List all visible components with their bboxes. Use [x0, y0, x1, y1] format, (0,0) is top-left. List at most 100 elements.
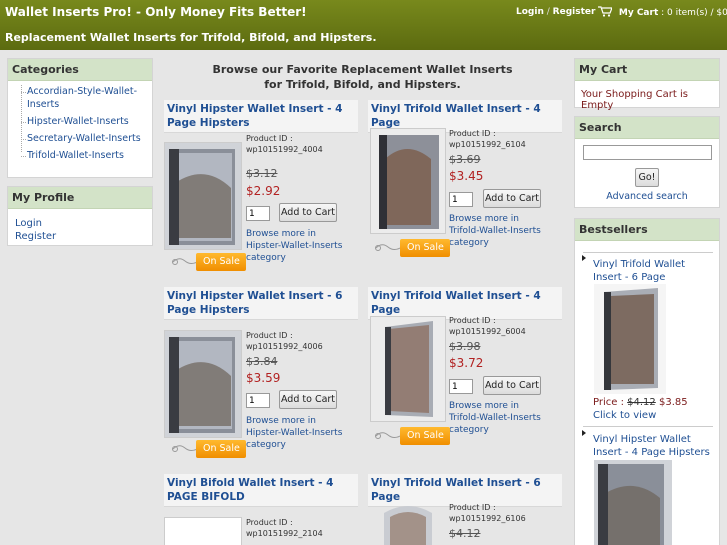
search-heading: Search	[575, 117, 719, 139]
product-id-value: wp10151992_2104	[246, 529, 323, 538]
original-price: $4.12	[449, 527, 481, 540]
category-link-trifold[interactable]: Trifold-Wallet-Inserts	[27, 150, 124, 161]
product-image[interactable]	[164, 517, 242, 545]
category-item: Hipster-Wallet-Inserts	[21, 115, 152, 128]
header-cart[interactable]: My Cart : 0 item(s) / $0.00	[598, 6, 727, 20]
original-price: $3.69	[449, 153, 481, 166]
bestseller-price-label: Price :	[593, 397, 624, 408]
product-id-label: Product ID :	[449, 129, 496, 138]
category-item: Accordian-Style-Wallet-Inserts	[21, 85, 152, 111]
sale-price: $2.92	[246, 184, 281, 198]
browse-category-link[interactable]: Browse more in Trifold-Wallet-Inserts ca…	[449, 213, 549, 249]
product-image[interactable]	[370, 503, 446, 545]
bullet-icon	[582, 430, 586, 436]
product-card: Vinyl Hipster Wallet Insert - 4 Page Hip…	[164, 100, 358, 133]
product-id: Product ID : wp10151992_6104	[449, 128, 526, 150]
browse-category-link[interactable]: Browse more in Hipster-Wallet-Inserts ca…	[246, 415, 346, 451]
sale-price: $3.72	[449, 356, 484, 370]
bestseller-new-price: $3.85	[658, 397, 688, 408]
bestseller-link[interactable]: Vinyl Hipster Wallet Insert - 4 Page Hip…	[593, 433, 713, 459]
add-to-cart-button[interactable]: Add to Cart	[483, 376, 541, 395]
header-login-link[interactable]: Login	[516, 7, 544, 17]
categories-box: Categories Accordian-Style-Wallet-Insert…	[7, 58, 153, 178]
advanced-search-link[interactable]: Advanced search	[575, 191, 719, 202]
search-box: Search Go! Advanced search	[574, 116, 720, 208]
on-sale-badge: On Sale	[196, 440, 246, 458]
original-price: $3.98	[449, 340, 481, 353]
product-id-label: Product ID :	[449, 503, 496, 512]
cart-empty-message: Your Shopping Cart is Empty	[581, 89, 688, 111]
category-link-secretary[interactable]: Secretary-Wallet-Inserts	[27, 133, 141, 144]
click-to-view-link[interactable]: Click to view	[593, 410, 656, 421]
shopping-cart-icon	[598, 6, 613, 20]
quantity-input[interactable]	[449, 192, 473, 207]
product-id-value: wp10151992_6004	[449, 327, 526, 336]
on-sale-badge: On Sale	[196, 253, 246, 271]
product-id: Product ID : wp10151992_6106	[449, 502, 526, 524]
header-cart-label[interactable]: My Cart	[619, 8, 658, 18]
product-id: Product ID : wp10151992_4004	[246, 133, 323, 155]
quantity-input[interactable]	[246, 206, 270, 221]
header-separator: /	[546, 7, 550, 17]
bestseller-old-price: $4.12	[627, 397, 656, 408]
search-input[interactable]	[582, 145, 712, 160]
browse-category-link[interactable]: Browse more in Hipster-Wallet-Inserts ca…	[246, 228, 346, 264]
quantity-input[interactable]	[246, 393, 270, 408]
product-image[interactable]	[370, 316, 446, 422]
product-id: Product ID : wp10151992_4006	[246, 330, 323, 352]
categories-heading: Categories	[8, 59, 152, 81]
product-id-value: wp10151992_6104	[449, 140, 526, 149]
my-cart-heading: My Cart	[575, 59, 719, 81]
quantity-input[interactable]	[449, 379, 473, 394]
browse-category-link[interactable]: Browse more in Trifold-Wallet-Inserts ca…	[449, 400, 549, 436]
product-id-label: Product ID :	[449, 316, 496, 325]
bestseller-divider	[583, 252, 713, 253]
product-id: Product ID : wp10151992_6004	[449, 315, 526, 337]
site-header: Wallet Inserts Pro! - Only Money Fits Be…	[0, 0, 727, 50]
product-id-label: Product ID :	[246, 518, 293, 527]
product-id-value: wp10151992_4006	[246, 342, 323, 351]
browse-heading: Browse our Favorite Replacement Wallet I…	[160, 62, 565, 92]
product-title[interactable]: Vinyl Hipster Wallet Insert - 4 Page Hip…	[164, 100, 358, 133]
bestseller-link[interactable]: Vinyl Trifold Wallet Insert - 6 Page	[593, 258, 713, 284]
bullet-icon	[582, 255, 586, 261]
sale-price: $3.59	[246, 371, 281, 385]
product-card: Vinyl Bifold Wallet Insert - 4 PAGE BIFO…	[164, 474, 358, 507]
product-id-label: Product ID :	[246, 134, 293, 143]
category-link-accordian[interactable]: Accordian-Style-Wallet-Inserts	[27, 86, 137, 110]
profile-register-link[interactable]: Register	[15, 230, 145, 243]
profile-login-link[interactable]: Login	[15, 217, 145, 230]
product-image[interactable]	[164, 330, 242, 438]
site-tagline: Replacement Wallet Inserts for Trifold, …	[5, 31, 377, 44]
bestseller-image[interactable]	[594, 284, 666, 394]
on-sale-badge: On Sale	[400, 239, 450, 257]
browse-heading-line1: Browse our Favorite Replacement Wallet I…	[212, 63, 513, 76]
browse-heading-line2: for Trifold, Bifold, and Hipsters.	[264, 78, 461, 91]
profile-links: Login Register	[8, 209, 152, 251]
product-title[interactable]: Vinyl Bifold Wallet Insert - 4 PAGE BIFO…	[164, 474, 358, 507]
category-link-hipster[interactable]: Hipster-Wallet-Inserts	[27, 116, 129, 127]
category-list: Accordian-Style-Wallet-Inserts Hipster-W…	[8, 81, 152, 162]
profile-heading: My Profile	[8, 187, 152, 209]
bestseller-divider	[583, 426, 713, 427]
original-price: $3.12	[246, 167, 278, 180]
product-id-value: wp10151992_4004	[246, 145, 323, 154]
my-cart-box: My Cart Your Shopping Cart is Empty	[574, 58, 720, 111]
site-title[interactable]: Wallet Inserts Pro! - Only Money Fits Be…	[5, 5, 307, 19]
add-to-cart-button[interactable]: Add to Cart	[279, 390, 337, 409]
account-links: Login / Register	[516, 7, 595, 17]
profile-box: My Profile Login Register	[7, 186, 153, 246]
add-to-cart-button[interactable]: Add to Cart	[279, 203, 337, 222]
product-image[interactable]	[164, 142, 242, 250]
header-cart-summary: : 0 item(s) / $0.00	[661, 8, 727, 18]
product-image[interactable]	[370, 128, 446, 234]
add-to-cart-button[interactable]: Add to Cart	[483, 189, 541, 208]
bestsellers-heading: Bestsellers	[575, 219, 719, 241]
bestseller-image[interactable]	[594, 460, 672, 545]
on-sale-badge: On Sale	[400, 427, 450, 445]
product-id-label: Product ID :	[246, 331, 293, 340]
sale-price: $3.45	[449, 169, 484, 183]
search-go-button[interactable]: Go!	[635, 168, 659, 187]
header-register-link[interactable]: Register	[553, 7, 596, 17]
product-title[interactable]: Vinyl Hipster Wallet Insert - 6 Page Hip…	[164, 287, 358, 320]
